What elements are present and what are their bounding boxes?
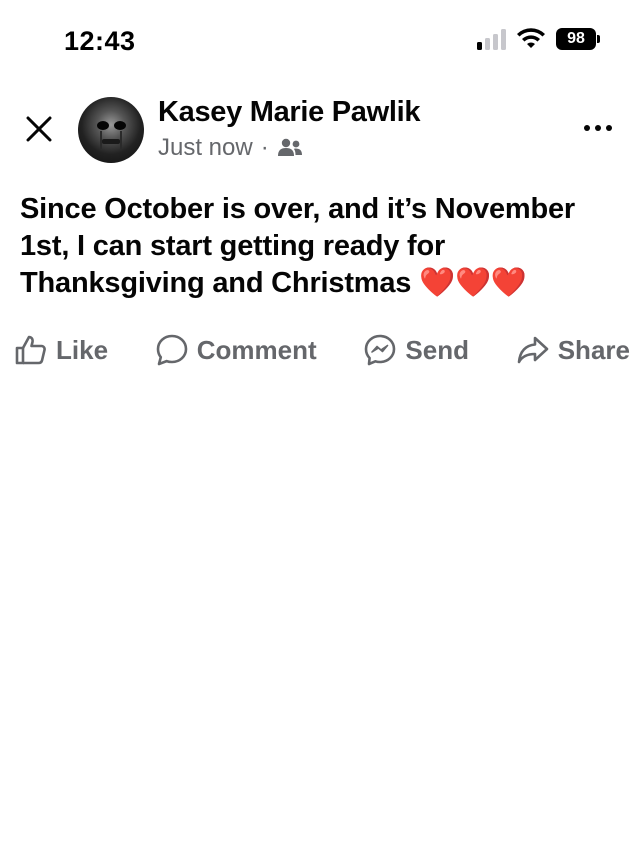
post-text: Since October is over, and it’s November… (20, 191, 630, 302)
comment-bubble-icon (156, 334, 188, 366)
like-button[interactable]: Like (14, 334, 108, 366)
share-arrow-icon (517, 336, 549, 364)
heart-emoji: ❤️❤️❤️ (419, 267, 527, 299)
battery-icon: 98 (556, 28, 600, 50)
wifi-icon (517, 28, 545, 48)
avatar[interactable] (78, 97, 144, 163)
post-meta: Just now · (158, 134, 303, 162)
share-label: Share (557, 334, 630, 365)
messenger-icon (365, 334, 396, 366)
cellular-signal-icon (477, 28, 506, 50)
comment-label: Comment (196, 334, 317, 365)
meta-separator: · (260, 134, 269, 161)
more-options-button[interactable] (578, 118, 618, 138)
post-action-bar: Like Comment Send Share (14, 330, 630, 370)
thumbs-up-icon (15, 335, 46, 365)
close-button[interactable] (22, 112, 56, 146)
send-button[interactable]: Send (363, 333, 469, 367)
share-button[interactable]: Share (516, 334, 630, 366)
status-icons: 98 (477, 28, 600, 50)
close-icon (26, 116, 52, 142)
send-label: Send (405, 334, 469, 365)
author-name[interactable]: Kasey Marie Pawlik (158, 96, 421, 129)
status-time: 12:43 (64, 26, 136, 56)
status-bar: 12:43 98 (0, 0, 640, 80)
comment-button[interactable]: Comment (155, 333, 317, 367)
more-icon (584, 125, 590, 131)
post-timestamp[interactable]: Just now (158, 134, 253, 162)
friends-icon (277, 138, 302, 156)
like-label: Like (56, 334, 109, 365)
